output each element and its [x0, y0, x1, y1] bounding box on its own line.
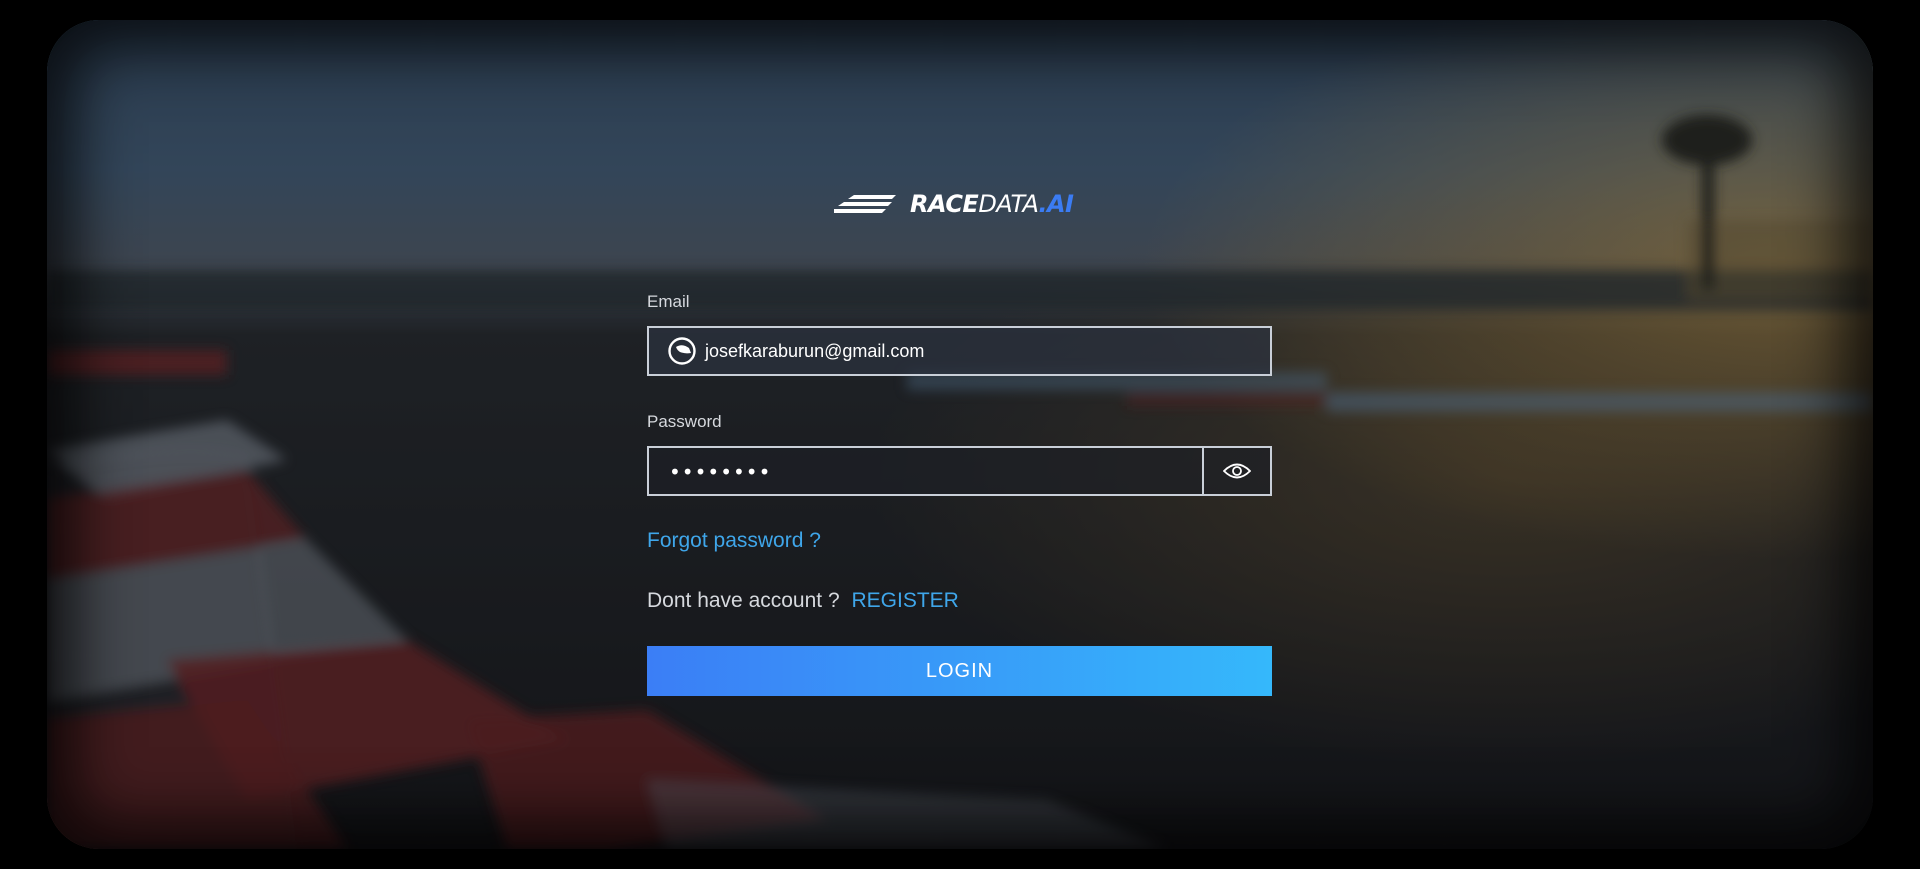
show-password-button[interactable] [1202, 448, 1270, 494]
speed-lines-logo-icon [834, 195, 896, 213]
password-field[interactable]: •••••••• [647, 446, 1272, 496]
register-link[interactable]: REGISTER [851, 589, 958, 612]
brand-name: RACEDATA.AI [910, 190, 1074, 218]
eye-icon [1223, 463, 1251, 479]
password-value: •••••••• [669, 460, 772, 484]
helmet-icon [668, 337, 696, 365]
login-button[interactable]: LOGIN [647, 646, 1272, 696]
email-field[interactable]: josefkaraburun@gmail.com [647, 326, 1272, 376]
register-prompt: Dont have account ? REGISTER [647, 589, 959, 613]
login-screen [47, 20, 1873, 849]
race-track-background [47, 20, 1873, 849]
no-account-text: Dont have account ? [647, 589, 840, 612]
brand-logo: RACEDATA.AI [834, 190, 1074, 218]
email-value: josefkaraburun@gmail.com [705, 340, 925, 361]
password-label: Password [647, 412, 722, 431]
forgot-password-link[interactable]: Forgot password ? [647, 529, 821, 553]
email-label: Email [647, 292, 690, 311]
